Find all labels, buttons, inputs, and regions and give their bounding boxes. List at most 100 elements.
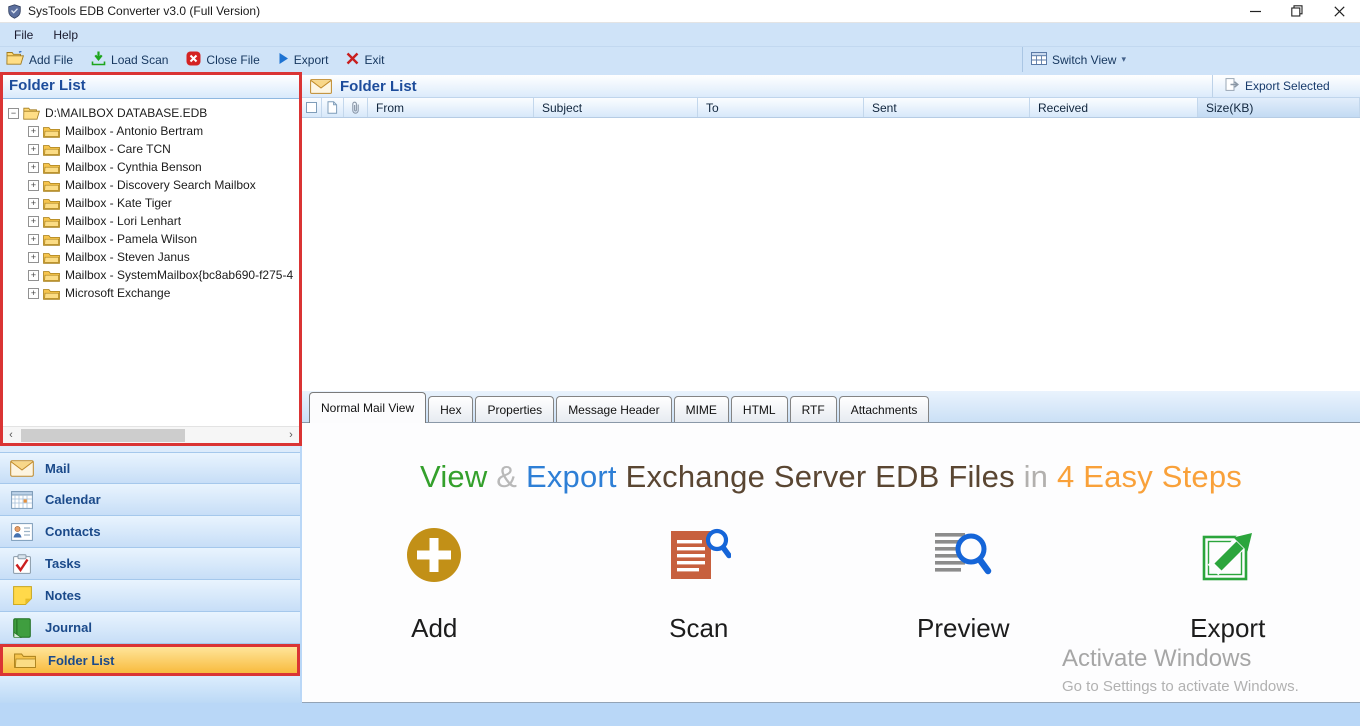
- menu-help[interactable]: Help: [43, 23, 88, 46]
- restore-button[interactable]: [1276, 0, 1318, 22]
- nav-item-journal[interactable]: Journal: [0, 612, 300, 644]
- tree-item-label: Mailbox - Care TCN: [65, 142, 171, 156]
- banner-segment: View: [420, 459, 496, 494]
- switch-view-button[interactable]: Switch View ▾: [1022, 47, 1126, 72]
- tree-item-mailbox[interactable]: + Mailbox - Antonio Bertram: [3, 122, 299, 140]
- tree-item-mailbox[interactable]: + Mailbox - Cynthia Benson: [3, 158, 299, 176]
- expand-plus-icon[interactable]: +: [28, 198, 39, 209]
- nav-item-mail[interactable]: Mail: [0, 452, 300, 484]
- tab-hex[interactable]: Hex: [428, 396, 473, 422]
- export-selected-button[interactable]: Export Selected: [1212, 75, 1360, 97]
- journal-icon: [9, 618, 35, 638]
- step-export: Export: [1096, 523, 1360, 644]
- collapse-minus-icon[interactable]: −: [8, 108, 19, 119]
- grid-view-icon: [1031, 52, 1047, 68]
- menu-file[interactable]: File: [0, 23, 43, 46]
- tab-html[interactable]: HTML: [731, 396, 788, 422]
- list-column-headers: From Subject To Sent Received Size(KB): [302, 98, 1360, 118]
- close-button[interactable]: [1318, 0, 1360, 22]
- column-header-to[interactable]: To: [698, 98, 864, 117]
- tasks-icon: [9, 554, 35, 574]
- column-header-sent[interactable]: Sent: [864, 98, 1030, 117]
- expand-plus-icon[interactable]: +: [28, 252, 39, 263]
- expand-plus-icon[interactable]: +: [28, 234, 39, 245]
- export-page-icon: [1225, 78, 1239, 94]
- tree-item-mailbox[interactable]: + Mailbox - Discovery Search Mailbox: [3, 176, 299, 194]
- tab-attachments[interactable]: Attachments: [839, 396, 930, 422]
- folder-icon: [43, 179, 60, 192]
- load-scan-button[interactable]: Load Scan: [82, 47, 177, 72]
- tab-mime[interactable]: MIME: [674, 396, 729, 422]
- nav-item-calendar[interactable]: Calendar: [0, 484, 300, 516]
- expand-plus-icon[interactable]: +: [28, 180, 39, 191]
- expand-plus-icon[interactable]: +: [28, 162, 39, 173]
- tree-item-mailbox[interactable]: + Microsoft Exchange: [3, 284, 299, 302]
- step-label: Add: [411, 613, 457, 644]
- export-label: Export: [294, 53, 329, 67]
- exit-x-icon: [346, 52, 359, 68]
- item-type-column-icon[interactable]: [322, 98, 344, 117]
- nav-label: Contacts: [45, 524, 101, 539]
- navigation-pane: Mail Calendar Contacts Tasks Notes: [0, 452, 300, 676]
- nav-item-folder-list[interactable]: Folder List: [0, 644, 300, 676]
- tree-item-mailbox[interactable]: + Mailbox - Care TCN: [3, 140, 299, 158]
- column-header-received[interactable]: Received: [1030, 98, 1198, 117]
- add-step-icon: [406, 523, 462, 587]
- column-header-subject[interactable]: Subject: [534, 98, 698, 117]
- expand-plus-icon[interactable]: +: [28, 144, 39, 155]
- folder-icon: [43, 215, 60, 228]
- scroll-right-icon[interactable]: ›: [283, 429, 299, 441]
- expand-plus-icon[interactable]: +: [28, 288, 39, 299]
- close-file-button[interactable]: Close File: [177, 47, 268, 72]
- tree-item-root[interactable]: − D:\MAILBOX DATABASE.EDB: [3, 104, 299, 122]
- expand-plus-icon[interactable]: +: [28, 270, 39, 281]
- tree-item-label: Microsoft Exchange: [65, 286, 170, 300]
- scan-step-icon: [667, 523, 731, 587]
- add-file-button[interactable]: Add File: [0, 47, 82, 72]
- nav-label: Journal: [45, 620, 92, 635]
- mail-list-area[interactable]: [302, 118, 1360, 391]
- tree-item-mailbox[interactable]: + Mailbox - Lori Lenhart: [3, 212, 299, 230]
- nav-label: Folder List: [48, 653, 114, 668]
- folder-icon: [43, 269, 60, 282]
- tree-item-mailbox[interactable]: + Mailbox - Pamela Wilson: [3, 230, 299, 248]
- column-header-size[interactable]: Size(KB): [1198, 98, 1360, 117]
- select-all-checkbox[interactable]: [302, 98, 322, 117]
- nav-item-tasks[interactable]: Tasks: [0, 548, 300, 580]
- tree-item-mailbox[interactable]: + Mailbox - Kate Tiger: [3, 194, 299, 212]
- nav-item-notes[interactable]: Notes: [0, 580, 300, 612]
- switch-view-label: Switch View: [1052, 53, 1116, 67]
- scrollbar-track[interactable]: [19, 428, 283, 443]
- minimize-button[interactable]: [1234, 0, 1276, 22]
- title-bar: SysTools EDB Converter v3.0 (Full Versio…: [0, 0, 1360, 23]
- folder-tree: − D:\MAILBOX DATABASE.EDB + Mailbox - An…: [3, 99, 299, 426]
- mail-list-panel: Folder List Export Selected From Subject…: [302, 72, 1360, 703]
- scrollbar-thumb[interactable]: [21, 429, 185, 442]
- load-scan-icon: [91, 51, 106, 69]
- folder-icon: [12, 652, 38, 668]
- step-label: Scan: [669, 613, 728, 644]
- column-header-from[interactable]: From: [368, 98, 534, 117]
- expand-plus-icon[interactable]: +: [28, 126, 39, 137]
- nav-item-contacts[interactable]: Contacts: [0, 516, 300, 548]
- expand-plus-icon[interactable]: +: [28, 216, 39, 227]
- tab-normal-mail-view[interactable]: Normal Mail View: [309, 392, 426, 423]
- tree-item-mailbox[interactable]: + Mailbox - SystemMailbox{bc8ab690-f275-…: [3, 266, 299, 284]
- tab-properties[interactable]: Properties: [475, 396, 554, 422]
- export-button[interactable]: Export: [269, 47, 338, 72]
- folder-icon: [43, 251, 60, 264]
- tab-message-header[interactable]: Message Header: [556, 396, 671, 422]
- activate-windows-watermark: Activate Windows Go to Settings to activ…: [1062, 645, 1299, 695]
- exit-button[interactable]: Exit: [337, 47, 393, 72]
- tree-item-mailbox[interactable]: + Mailbox - Steven Janus: [3, 248, 299, 266]
- attachment-column-icon[interactable]: [344, 98, 368, 117]
- banner-segment: Export: [526, 459, 626, 494]
- tab-rtf[interactable]: RTF: [790, 396, 837, 422]
- step-preview: Preview: [831, 523, 1096, 644]
- close-file-icon: [186, 51, 201, 69]
- folder-icon: [43, 161, 60, 174]
- scroll-left-icon[interactable]: ‹: [3, 429, 19, 441]
- nav-label: Tasks: [45, 556, 81, 571]
- calendar-icon: [9, 490, 35, 509]
- notes-icon: [9, 586, 35, 605]
